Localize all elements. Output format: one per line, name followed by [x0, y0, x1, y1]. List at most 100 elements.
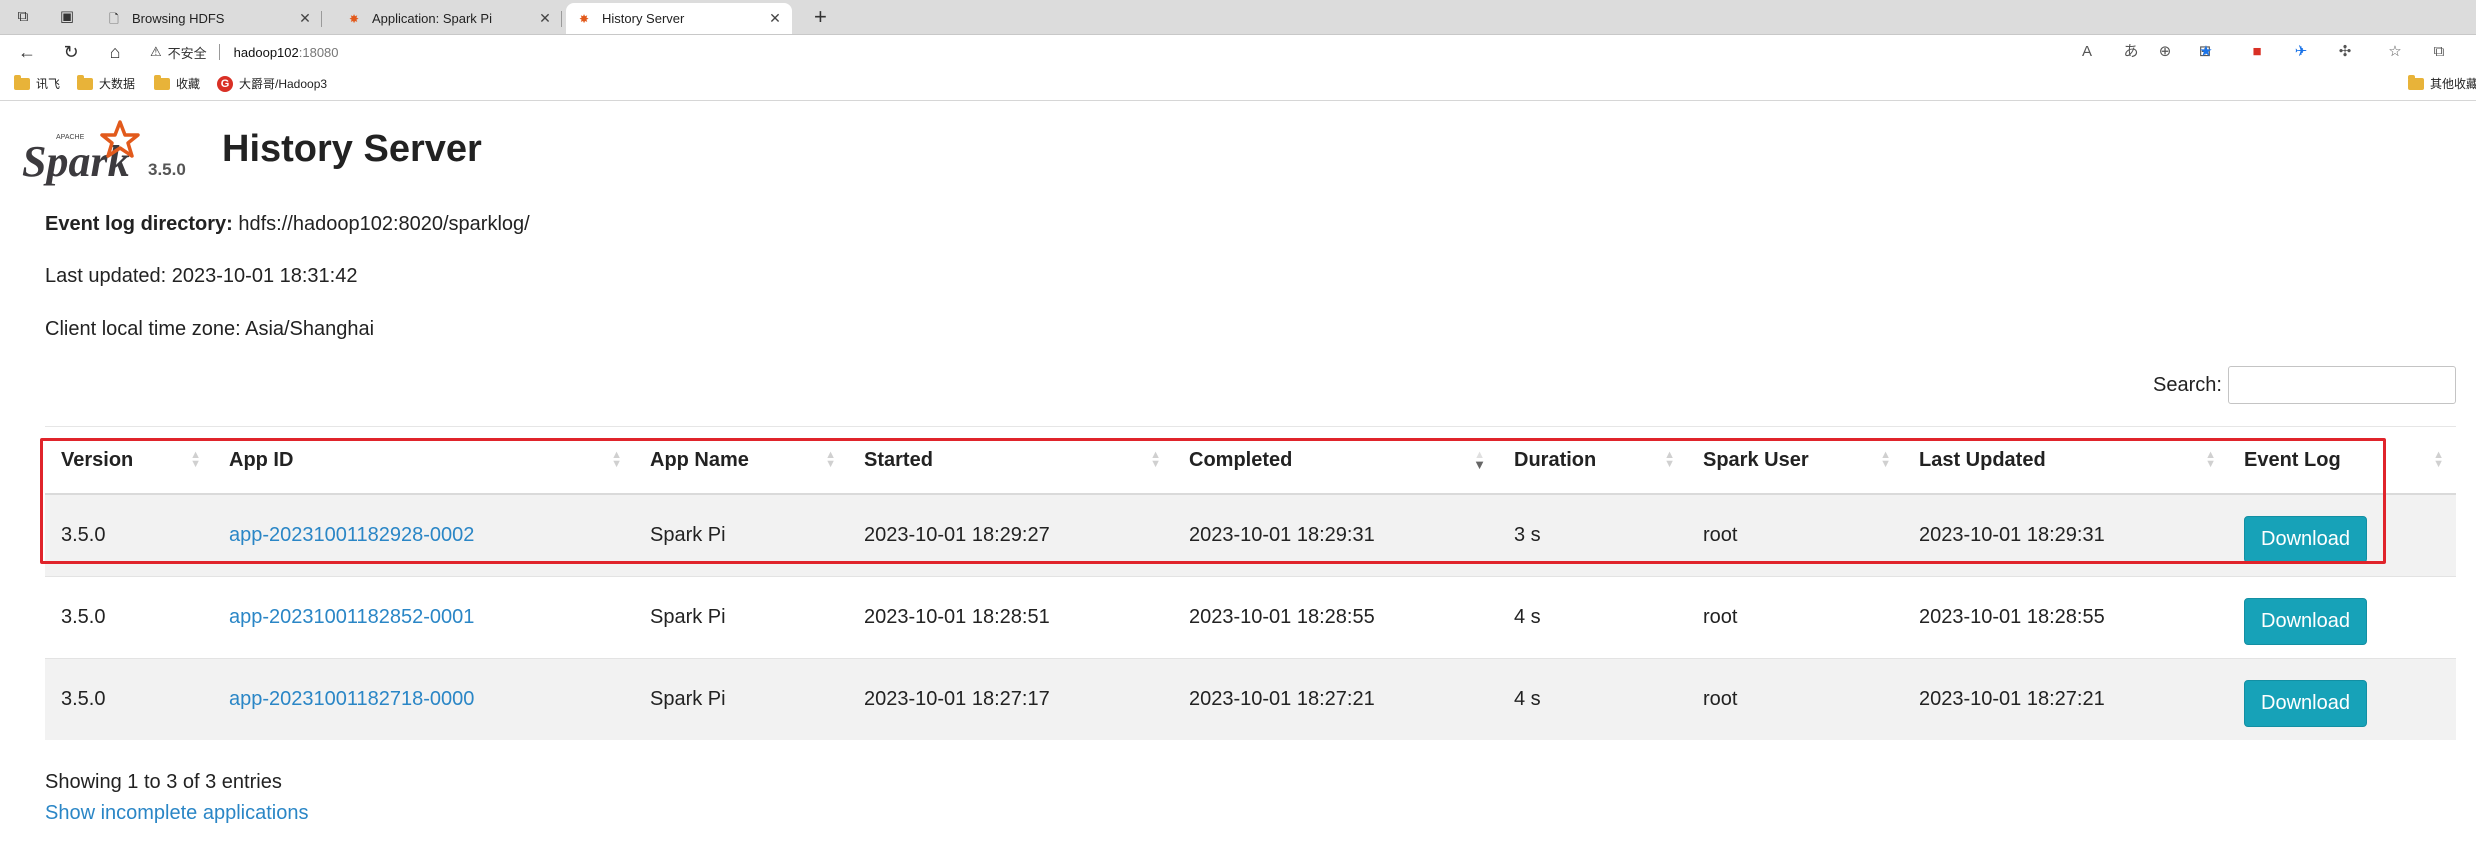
cell-duration: 4 s: [1498, 576, 1687, 659]
entries-info: Showing 1 to 3 of 3 entries: [45, 771, 282, 793]
bookmark-label: 讯飞: [36, 77, 61, 91]
collections-panel-icon[interactable]: ⧉: [2428, 41, 2450, 63]
cell-app-id: app-20231001182928-0002: [213, 493, 634, 577]
bookmark-hadoop3[interactable]: G 大爵哥/Hadoop3: [217, 75, 327, 92]
home-icon[interactable]: ⌂: [104, 41, 126, 63]
column-header-spark-user[interactable]: Spark User ▲ ▼: [1687, 426, 1903, 495]
column-header-version[interactable]: Version ▲ ▼: [45, 426, 213, 495]
close-tab-icon[interactable]: ✕: [538, 10, 552, 27]
spark-logo: APACHE Spark: [22, 118, 142, 186]
app-id-link[interactable]: app-20231001182718-0000: [229, 688, 474, 710]
last-updated-text: Last updated: 2023-10-01 18:31:42: [45, 265, 358, 287]
column-header-started[interactable]: Started ▲ ▼: [848, 426, 1173, 495]
bookmark-label: 大爵哥/Hadoop3: [239, 77, 328, 91]
bookmark-folder-favorites[interactable]: 收藏: [154, 74, 200, 92]
download-button[interactable]: Download: [2244, 680, 2367, 727]
cell-completed: 2023-10-01 18:29:31: [1173, 493, 1498, 577]
bookmark-folder-xunfei[interactable]: 讯飞: [14, 74, 61, 92]
close-tab-icon[interactable]: ✕: [298, 10, 312, 27]
cell-spark-user: root: [1687, 658, 1903, 740]
cell-completed: 2023-10-01 18:27:21: [1173, 658, 1498, 740]
extension-red-icon[interactable]: ■: [2246, 41, 2268, 63]
zoom-icon[interactable]: ⊕: [2154, 41, 2176, 63]
tab-actions-icon[interactable]: ▣: [58, 8, 76, 26]
url-port: :18080: [298, 44, 339, 60]
search-input[interactable]: [2228, 366, 2456, 404]
column-label: Duration: [1514, 448, 1597, 471]
warning-icon[interactable]: ⚠: [150, 44, 162, 60]
cell-app-id: app-20231001182852-0001: [213, 576, 634, 659]
bookmarks-bar: 讯飞 大数据 收藏 G 大爵哥/Hadoop3 其他收藏: [0, 68, 2476, 101]
column-label: Event Log: [2244, 448, 2341, 471]
url-field[interactable]: ⚠ 不安全 hadoop102:18080: [150, 39, 339, 65]
sort-icon: ▲ ▼: [1664, 449, 1675, 470]
spark-version: 3.5.0: [148, 160, 186, 179]
column-label: App ID: [229, 448, 294, 471]
divider: [218, 44, 220, 60]
tab-application-spark-pi[interactable]: ✸ Application: Spark Pi ✕: [336, 3, 562, 34]
url-host: hadoop102: [233, 44, 299, 60]
cell-last-updated: 2023-10-01 18:28:55: [1903, 576, 2228, 659]
favorites-icon[interactable]: ☆: [2384, 41, 2406, 63]
new-tab-icon[interactable]: +: [814, 6, 827, 28]
sort-icon: ▲ ▼: [1150, 449, 1161, 470]
bookmark-folder-bigdata[interactable]: 大数据: [77, 74, 135, 92]
sort-icon: ▲ ▼: [825, 449, 836, 470]
logo-spark-text: Spark: [22, 137, 130, 186]
timezone-text: Client local time zone: Asia/Shanghai: [45, 318, 375, 340]
column-header-app-name[interactable]: App Name ▲ ▼: [634, 426, 848, 495]
favorite-star-icon[interactable]: ★: [2195, 41, 2217, 63]
extension-blue-icon[interactable]: ✈: [2290, 41, 2312, 63]
cell-event-log: Download: [2228, 493, 2456, 577]
translate-icon[interactable]: あ: [2120, 41, 2142, 63]
cell-app-name: Spark Pi: [634, 493, 848, 577]
tab-history-server[interactable]: ✸ History Server ✕: [566, 3, 792, 34]
page-icon: 🗋: [109, 11, 119, 26]
table-row: 3.5.0 app-20231001182852-0001 Spark Pi 2…: [45, 576, 2456, 659]
column-label: App Name: [650, 448, 749, 471]
close-tab-icon[interactable]: ✕: [768, 10, 782, 27]
folder-icon: [2408, 74, 2424, 90]
folder-icon: [14, 74, 30, 90]
sort-icon: ▲ ▼: [2205, 449, 2216, 470]
cell-app-name: Spark Pi: [634, 658, 848, 740]
sort-icon: ▲ ▼: [1880, 449, 1891, 470]
page-title: History Server: [222, 128, 482, 170]
tab-browsing-hdfs[interactable]: 🗋 Browsing HDFS ✕: [96, 3, 322, 34]
cell-started: 2023-10-01 18:28:51: [848, 576, 1173, 659]
read-aloud-icon[interactable]: A: [2076, 41, 2098, 63]
cell-completed: 2023-10-01 18:28:55: [1173, 576, 1498, 659]
bookmark-folder-other[interactable]: 其他收藏: [2408, 74, 2476, 92]
search-label: Search:: [2153, 374, 2222, 396]
cell-started: 2023-10-01 18:27:17: [848, 658, 1173, 740]
tab-title: Browsing HDFS: [132, 11, 225, 26]
table-header-row: Version ▲ ▼ App ID ▲ ▼ App Name ▲ ▼ Started ▲ ▼ …: [45, 426, 2456, 495]
column-header-last-updated[interactable]: Last Updated ▲ ▼: [1903, 426, 2228, 495]
cell-started: 2023-10-01 18:29:27: [848, 493, 1173, 577]
browser-tab-bar: ⧉ ▣ 🗋 Browsing HDFS ✕ ✸ Application: Spa…: [0, 0, 2476, 35]
sort-icon: ▲ ▼: [2433, 449, 2444, 470]
app-id-link[interactable]: app-20231001182928-0002: [229, 524, 474, 546]
workspaces-icon[interactable]: ⧉: [14, 8, 32, 26]
column-label: Spark User: [1703, 448, 1809, 471]
download-button[interactable]: Download: [2244, 598, 2367, 645]
app-id-link[interactable]: app-20231001182852-0001: [229, 606, 474, 628]
column-header-app-id[interactable]: App ID ▲ ▼: [213, 426, 634, 495]
column-header-event-log[interactable]: Event Log ▲ ▼: [2228, 426, 2456, 495]
security-status[interactable]: 不安全: [168, 43, 207, 62]
cell-spark-user: root: [1687, 493, 1903, 577]
column-header-duration[interactable]: Duration ▲ ▼: [1498, 426, 1687, 495]
extensions-icon[interactable]: ✣: [2334, 41, 2356, 63]
cell-last-updated: 2023-10-01 18:29:31: [1903, 493, 2228, 577]
cell-app-name: Spark Pi: [634, 576, 848, 659]
column-label: Completed: [1189, 448, 1293, 471]
download-button[interactable]: Download: [2244, 516, 2367, 563]
show-incomplete-link[interactable]: Show incomplete applications: [45, 802, 309, 825]
back-icon[interactable]: ←: [16, 41, 38, 63]
table-row: 3.5.0 app-20231001182928-0002 Spark Pi 2…: [45, 493, 2456, 577]
event-log-directory: Event log directory: hdfs://hadoop102:80…: [45, 213, 530, 236]
tab-title: Application: Spark Pi: [372, 11, 492, 26]
refresh-icon[interactable]: ↻: [60, 41, 82, 63]
column-header-completed[interactable]: Completed ▲ ▼: [1173, 426, 1498, 495]
cell-duration: 4 s: [1498, 658, 1687, 740]
